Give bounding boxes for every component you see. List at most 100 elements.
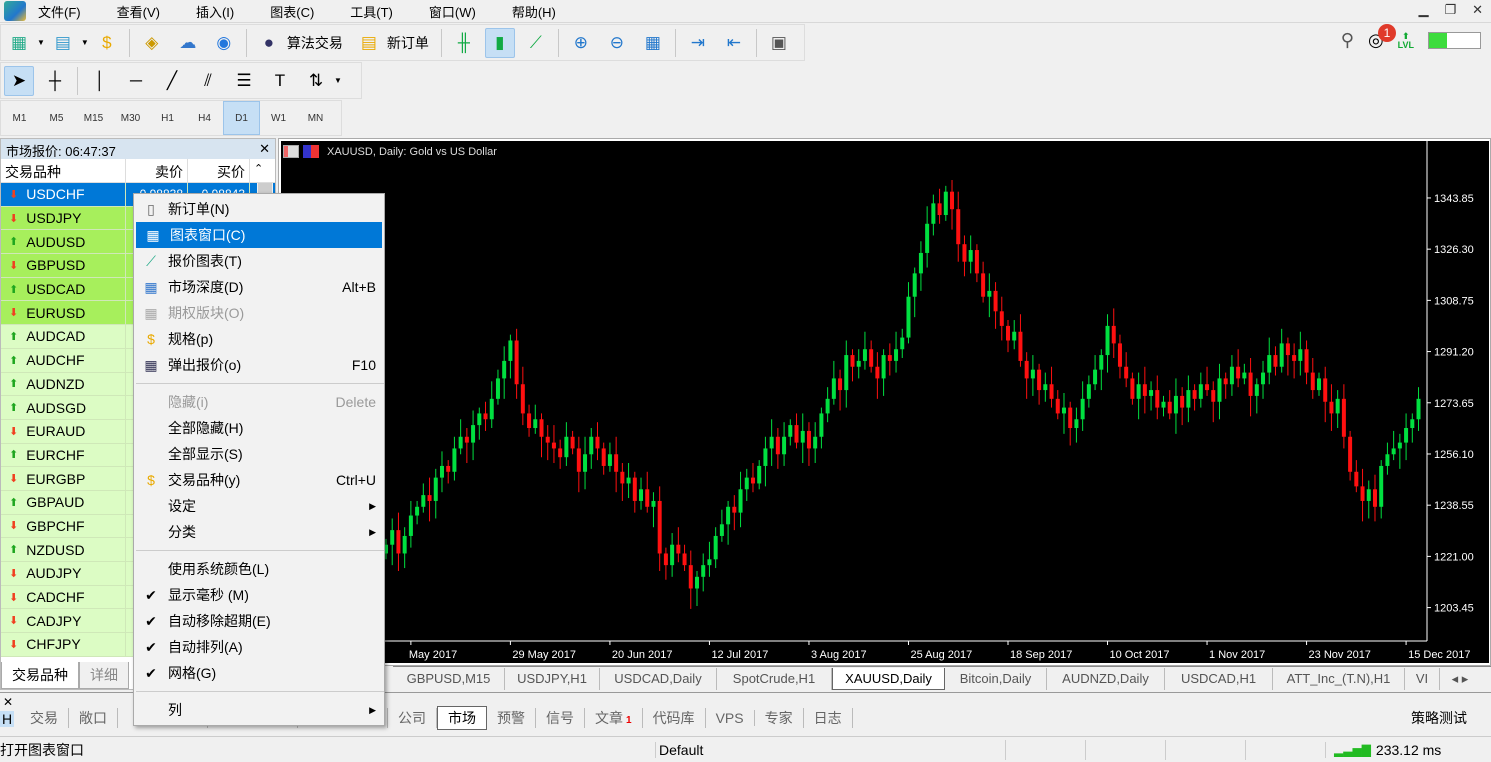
chart-tab[interactable]: USDJPY,H1: [505, 667, 600, 690]
chart-tab[interactable]: XAUUSD,Daily: [832, 667, 945, 690]
close-icon[interactable]: ✕: [3, 695, 13, 709]
menu-item-4[interactable]: 工具(T): [350, 2, 393, 21]
chevron-down-icon[interactable]: ▼: [81, 38, 89, 47]
menu-item-1[interactable]: 查看(V): [117, 2, 160, 21]
context-menu-item[interactable]: 隐藏(i) Delete: [134, 389, 384, 415]
autoscroll-icon[interactable]: ⇥: [683, 28, 713, 58]
column-symbol[interactable]: 交易品种: [1, 159, 126, 182]
menu-item-6[interactable]: 帮助(H): [512, 2, 556, 21]
tab-symbols[interactable]: 交易品种: [1, 662, 79, 689]
context-menu-item[interactable]: 设定 ▶: [134, 493, 384, 519]
chart-tab[interactable]: AUDNZD,Daily: [1047, 667, 1165, 690]
tab-scroll-arrows[interactable]: ◂ ▸: [1440, 668, 1480, 690]
menu-item-2[interactable]: 插入(I): [196, 2, 234, 21]
navigator-icon[interactable]: ◈: [137, 28, 167, 58]
crosshair-icon[interactable]: ┼: [40, 66, 70, 96]
toolbox-tab[interactable]: 文章 1: [585, 708, 643, 728]
fibonacci-icon[interactable]: ☰: [229, 66, 259, 96]
algo-trading-button[interactable]: 算法交易: [287, 33, 343, 53]
timeframe-m15[interactable]: M15: [75, 101, 112, 135]
timeframe-w1[interactable]: W1: [260, 101, 297, 135]
search-icon[interactable]: ⚲: [1341, 30, 1354, 51]
context-menu-item[interactable]: ✔ 自动移除超期(E): [134, 608, 384, 634]
profiles-icon[interactable]: ▤: [48, 28, 78, 58]
arrows-icon[interactable]: ⇅: [301, 66, 331, 96]
minimize-icon[interactable]: ▁: [1418, 2, 1428, 18]
menu-item-5[interactable]: 窗口(W): [429, 2, 476, 21]
context-menu-item[interactable]: 列 ▶: [134, 697, 384, 723]
timeframe-m5[interactable]: M5: [38, 101, 75, 135]
horizontal-line-icon[interactable]: ─: [121, 66, 151, 96]
new-chart-icon[interactable]: ▦: [4, 28, 34, 58]
context-menu-item[interactable]: ✔ 自动排列(A): [134, 634, 384, 660]
toolbox-tab[interactable]: 日志: [804, 708, 853, 728]
context-menu-item[interactable]: ▦ 弹出报价(o) F10: [134, 352, 384, 378]
toolbox-tab[interactable]: VPS: [706, 710, 755, 726]
chevron-down-icon[interactable]: ▼: [334, 76, 342, 85]
zoom-in-icon[interactable]: ⊕: [566, 28, 596, 58]
chart-tab[interactable]: ATT_Inc_(T.N),H1: [1273, 667, 1405, 690]
context-menu-item[interactable]: $ 交易品种(y) Ctrl+U: [134, 467, 384, 493]
toolbox-tab[interactable]: 敞口: [69, 708, 118, 728]
price-chart[interactable]: 1343.85 1326.30 1308.75 1291.20 1273.65 1256.…: [281, 141, 1489, 663]
context-menu-item[interactable]: ▯ 新订单(N): [134, 196, 384, 222]
market-watch-icon[interactable]: $: [92, 28, 122, 58]
restore-icon[interactable]: ❐: [1444, 2, 1456, 18]
column-ask[interactable]: 买价: [188, 159, 250, 182]
toolbox-tab[interactable]: 信号: [536, 708, 585, 728]
tab-details[interactable]: 详细: [79, 662, 129, 689]
chart-tab[interactable]: USDCAD,Daily: [600, 667, 717, 690]
column-bid[interactable]: 卖价: [126, 159, 188, 182]
toolbox-tab[interactable]: 专家: [755, 708, 804, 728]
timeframe-h1[interactable]: H1: [149, 101, 186, 135]
user-icon[interactable]: ◎ 1: [1368, 24, 1396, 51]
menu-item-3[interactable]: 图表(C): [270, 2, 314, 21]
context-menu-item[interactable]: ⟋ 报价图表(T): [134, 248, 384, 274]
bar-chart-icon[interactable]: ╫: [449, 28, 479, 58]
context-menu-item[interactable]: ▦ 期权版块(O): [134, 300, 384, 326]
candlestick-icon[interactable]: ▮: [484, 27, 515, 58]
close-icon[interactable]: ✕: [1472, 2, 1483, 18]
toolbox-tab[interactable]: 交易: [20, 708, 69, 728]
timeframe-d1[interactable]: D1: [223, 101, 260, 135]
chart-tab[interactable]: SpotCrude,H1: [717, 667, 832, 690]
chart-tab[interactable]: GBPUSD,M15: [393, 667, 505, 690]
context-menu-item[interactable]: $ 规格(p): [134, 326, 384, 352]
chart-tab[interactable]: USDCAD,H1: [1165, 667, 1273, 690]
line-chart-icon[interactable]: ⟋: [521, 28, 551, 58]
vertical-line-icon[interactable]: │: [85, 66, 115, 96]
chart-tab[interactable]: Bitcoin,Daily: [945, 667, 1047, 690]
context-menu-item[interactable]: ✔ 网格(G): [134, 660, 384, 686]
toolbox-tab[interactable]: 市场: [437, 706, 487, 730]
context-menu-item[interactable]: ▦ 市场深度(D) Alt+B: [134, 274, 384, 300]
templates-icon[interactable]: ▣: [764, 28, 794, 58]
context-menu-item[interactable]: 全部显示(S): [134, 441, 384, 467]
trendline-icon[interactable]: ╱: [157, 66, 187, 96]
scroll-up-icon[interactable]: ⌃: [250, 159, 267, 182]
context-menu-item[interactable]: ▦ 图表窗口(C): [136, 222, 382, 248]
data-window-icon[interactable]: ☁: [173, 28, 203, 58]
text-icon[interactable]: T: [265, 66, 295, 96]
cursor-icon[interactable]: ➤: [4, 65, 34, 96]
chevron-down-icon[interactable]: ▼: [37, 38, 45, 47]
timeframe-h4[interactable]: H4: [186, 101, 223, 135]
tile-windows-icon[interactable]: ▦: [638, 28, 668, 58]
context-menu-item[interactable]: 分类 ▶: [134, 519, 384, 545]
level-icon[interactable]: ⬆ LVL: [1398, 31, 1414, 50]
toolbox-tab[interactable]: 代码库: [643, 708, 706, 728]
zoom-out-icon[interactable]: ⊖: [602, 28, 632, 58]
context-menu-item[interactable]: 全部隐藏(H): [134, 415, 384, 441]
algo-trading-icon[interactable]: ●: [254, 28, 284, 58]
close-icon[interactable]: ✕: [259, 141, 270, 157]
toolbox-tab[interactable]: 公司: [388, 708, 437, 728]
strategy-tester-button[interactable]: 策略测试: [1411, 708, 1467, 728]
signals-icon[interactable]: ◉: [209, 28, 239, 58]
new-order-icon[interactable]: ▤: [354, 28, 384, 58]
toolbox-tab[interactable]: 预警: [487, 708, 536, 728]
menu-item-0[interactable]: 文件(F): [38, 2, 81, 21]
equidistant-channel-icon[interactable]: ⫽: [193, 66, 223, 96]
context-menu-item[interactable]: ✔ 显示毫秒 (M): [134, 582, 384, 608]
context-menu-item[interactable]: 使用系统颜色(L): [134, 556, 384, 582]
timeframe-m1[interactable]: M1: [1, 101, 38, 135]
chart-tab[interactable]: VI: [1405, 667, 1440, 690]
